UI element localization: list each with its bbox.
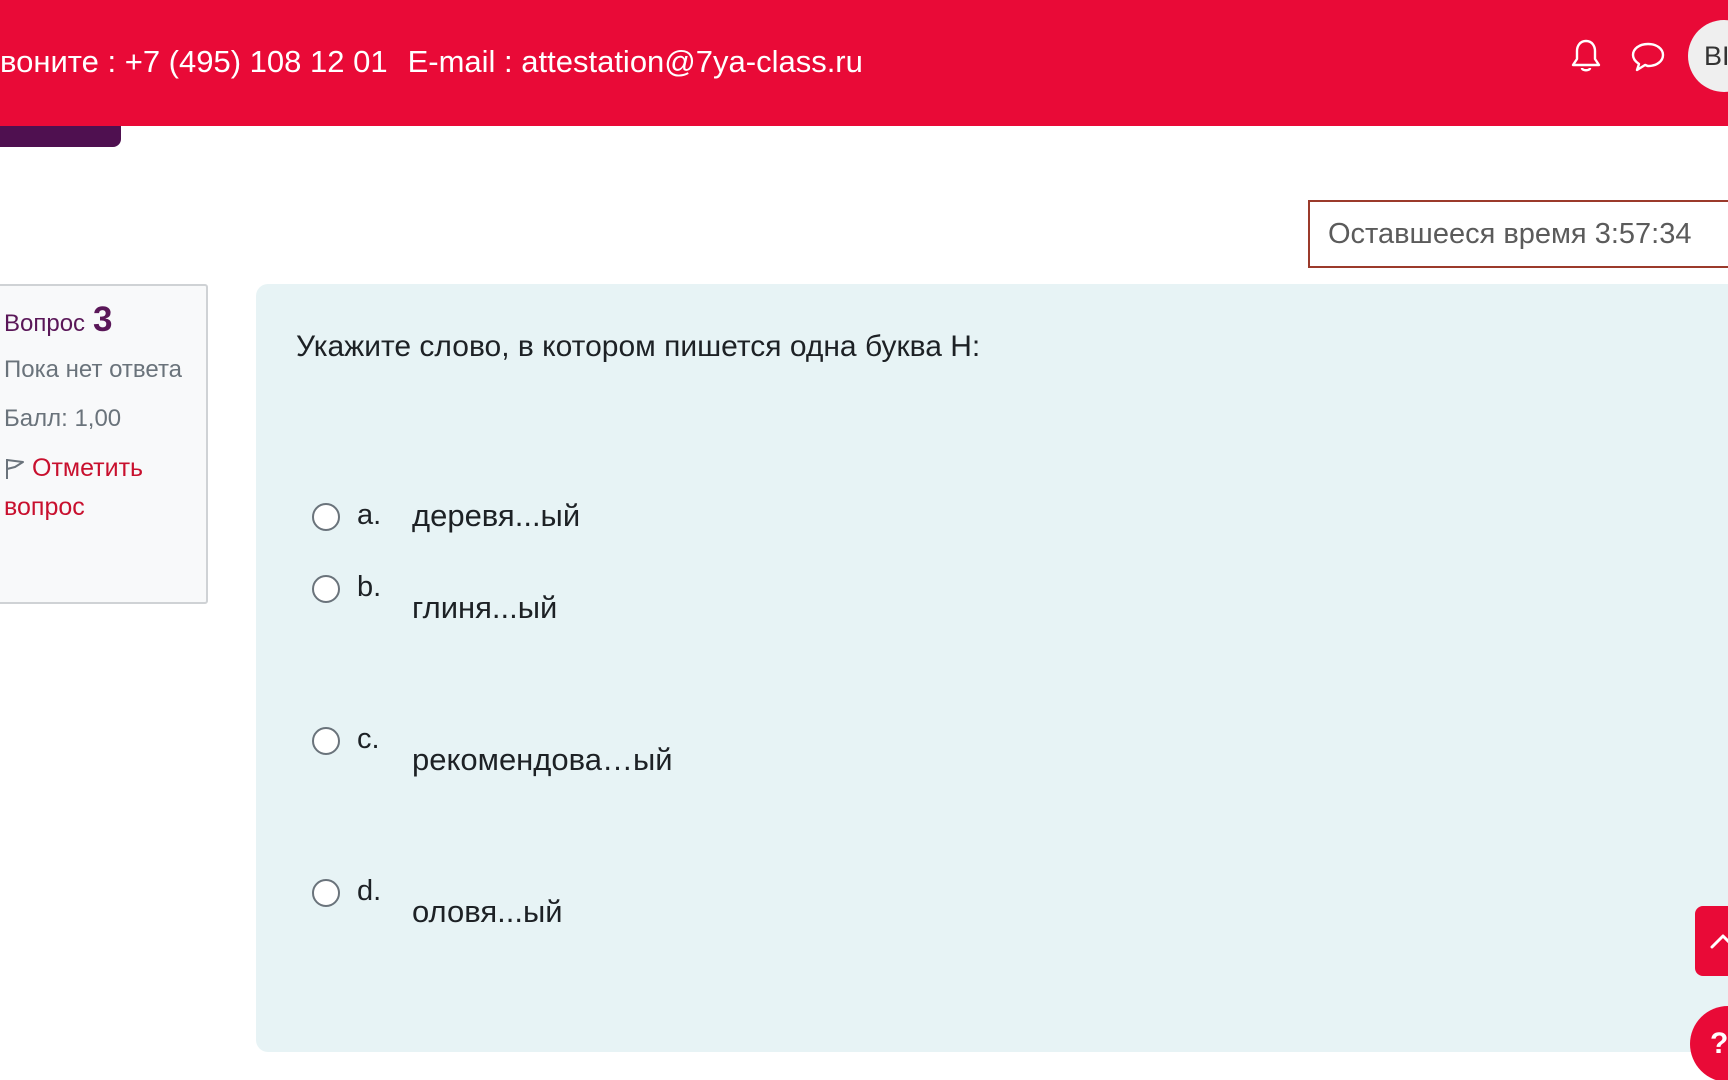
- question-number: Вопрос 3: [4, 300, 206, 340]
- messages-button[interactable]: [1626, 34, 1670, 78]
- chevron-up-icon: [1710, 934, 1728, 949]
- radio-button[interactable]: [312, 575, 340, 603]
- question-text: Укажите слово, в котором пишется одна бу…: [296, 330, 981, 363]
- flag-question-link[interactable]: Отметить вопрос: [4, 449, 206, 527]
- page: воните : +7 (495) 108 12 01 E-mail : att…: [0, 0, 1728, 1080]
- contact-info: воните : +7 (495) 108 12 01 E-mail : att…: [0, 42, 863, 82]
- question-content: Укажите слово, в котором пишется одна бу…: [256, 284, 1728, 1052]
- radio-button[interactable]: [312, 879, 340, 907]
- answer-text: глиня...ый: [412, 590, 558, 625]
- nav-tab-indicator: [0, 126, 121, 147]
- contact-phone[interactable]: воните : +7 (495) 108 12 01: [0, 44, 388, 80]
- contact-email[interactable]: E-mail : attestation@7ya-class.ru: [408, 44, 863, 80]
- user-avatar[interactable]: ВІ: [1688, 20, 1728, 92]
- radio-button[interactable]: [312, 727, 340, 755]
- answer-letter: a.: [357, 499, 382, 531]
- top-navbar: воните : +7 (495) 108 12 01 E-mail : att…: [0, 0, 1728, 126]
- answer-text: оловя...ый: [412, 894, 563, 929]
- chat-icon: [1631, 42, 1665, 72]
- answer-text: рекомендова…ый: [412, 742, 673, 777]
- bell-icon: [1571, 39, 1601, 72]
- answer-letter: d.: [357, 875, 382, 907]
- question-info-panel: Вопрос 3 Пока нет ответа Балл: 1,00 Отме…: [0, 284, 208, 604]
- answer-letter: b.: [357, 571, 382, 603]
- question-number-value: 3: [93, 300, 113, 339]
- header-icons: ВІ: [1564, 20, 1728, 92]
- scroll-to-top-button[interactable]: [1695, 906, 1728, 976]
- notifications-button[interactable]: [1564, 34, 1608, 78]
- flag-icon: [6, 459, 24, 479]
- question-number-label: Вопрос: [4, 310, 86, 337]
- question-state: Пока нет ответа: [4, 356, 183, 383]
- answer-letter: c.: [357, 723, 380, 755]
- answer-text: деревя...ый: [412, 498, 581, 533]
- radio-button[interactable]: [312, 503, 340, 531]
- question-grade: Балл: 1,00: [4, 405, 122, 432]
- quiz-timer: Оставшееся время 3:57:34: [1308, 200, 1728, 268]
